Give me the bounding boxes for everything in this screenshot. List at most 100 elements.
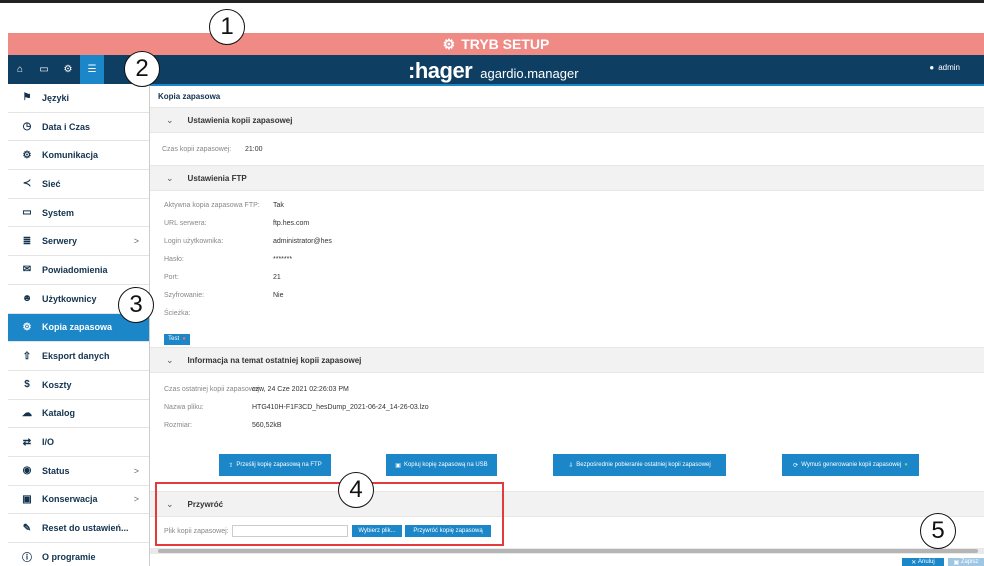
sidebar-item-io[interactable]: ⇄ I/O (8, 428, 149, 457)
gears-icon: ⚙ (442, 35, 456, 52)
upload-ftp-button[interactable]: ⇧ Prześlij kopię zapasową na FTP (219, 454, 331, 476)
close-icon: ✕ (911, 559, 917, 566)
sidebar-item-languages[interactable]: ⚑ Języki (8, 84, 149, 113)
sidebar-item-label: Powiadomienia (42, 264, 108, 275)
gears-icon: ⚙ (22, 321, 32, 333)
sidebar-item-label: Katalog (42, 408, 76, 419)
copy-usb-button[interactable]: ▣ Kopiuj kopię zapasową na USB (386, 454, 497, 476)
field-value: czw, 24 Cze 2021 02:26:03 PM (252, 386, 349, 393)
scrollbar-thumb[interactable] (158, 549, 978, 553)
hager-logo: :hager (408, 58, 473, 83)
field-row: Nazwa pliku: HTG410H-F1F3CD_hesDump_2021-… (150, 399, 984, 417)
chevron-down-icon: ⌄ (166, 114, 174, 125)
monitor-icon[interactable]: ▭ (32, 55, 56, 84)
field-row: Szyfrowanie: Nie (150, 287, 984, 305)
sidebar-item-label: I/O (42, 437, 55, 448)
field-row: Port: 21 (150, 269, 984, 287)
sidebar-item-label: Eksport danych (42, 351, 110, 362)
button-label: Prześlij kopię zapasową na FTP (236, 462, 322, 468)
sidebar-item-data-export[interactable]: ⇧ Eksport danych (8, 342, 149, 371)
sidebar-item-maintenance[interactable]: ▣ Konserwacja > (8, 486, 149, 515)
sidebar-item-notifications[interactable]: ✉ Powiadomienia (8, 256, 149, 285)
sidebar-item-label: System (42, 207, 75, 218)
gears-icon: ⚙ (22, 149, 32, 161)
setup-mode-banner: ⚙ TRYB SETUP (8, 33, 984, 55)
button-label: Bezpośrednie pobieranie ostatniej kopii … (576, 462, 711, 468)
field-row: Ścieżka: (150, 305, 984, 323)
field-value: ******* (273, 256, 293, 263)
sidebar-item-catalog[interactable]: ☁ Katalog (8, 400, 149, 429)
button-label: Kopiuj kopię zapasową na USB (403, 462, 488, 468)
section-title: Informacja na temat ostatniej kopii zapa… (187, 355, 362, 365)
save-icon: ▣ (395, 462, 401, 469)
hdd-icon: ▭ (22, 207, 32, 219)
field-label: Nazwa pliku: (164, 404, 204, 411)
chevron-down-icon: ⌄ (166, 354, 174, 365)
sidebar-item-network[interactable]: ≺ Sieć (8, 170, 149, 199)
share-icon: ≺ (22, 178, 32, 190)
callout-4: 4 (338, 472, 374, 508)
sidebar-item-status[interactable]: ◉ Status > (8, 457, 149, 486)
callout-1: 1 (209, 9, 245, 45)
download-last-backup-button[interactable]: ⇩ Bezpośrednie pobieranie ostatniej kopii… (553, 454, 726, 476)
field-value: Nie (273, 292, 284, 299)
wrench-icon: ✎ (22, 522, 32, 534)
field-row: Rozmiar: 560,52kB (150, 417, 984, 435)
envelope-icon: ✉ (22, 264, 32, 276)
sidebar-item-label: Data i Czas (42, 121, 91, 132)
test-button[interactable]: Test ● (164, 333, 190, 345)
sidebar-item-about[interactable]: ⓘ O programie (8, 543, 149, 566)
sidebar-item-system[interactable]: ▭ System (8, 199, 149, 228)
sidebar-item-date-time[interactable]: ◷ Data i Czas (8, 113, 149, 142)
brand: :hager agardio.manager (408, 58, 579, 84)
cancel-label: Anuluj (918, 559, 935, 565)
chevron-right-icon: > (133, 494, 139, 505)
status-dot-icon: ● (182, 336, 186, 342)
field-value: HTG410H-F1F3CD_hesDump_2021-06-24_14-26-… (252, 404, 429, 411)
chevron-right-icon: > (133, 236, 139, 247)
cancel-button[interactable]: ✕ Anuluj (902, 558, 944, 566)
section-header-last-backup[interactable]: ⌄ Informacja na temat ostatniej kopii za… (150, 347, 984, 373)
test-wrapper: Test ● (164, 327, 190, 345)
sidebar-item-reset[interactable]: ✎ Reset do ustawień... (8, 514, 149, 543)
section-header-backup-settings[interactable]: ⌄ Ustawienia kopii zapasowej (150, 107, 984, 133)
upload-icon: ⇧ (228, 462, 234, 469)
sliders-icon[interactable]: ☰ (80, 55, 104, 84)
sidebar-item-costs[interactable]: $ Koszty (8, 371, 149, 400)
field-row: URL serwera: ftp.hes.com (150, 215, 984, 233)
section-header-ftp-settings[interactable]: ⌄ Ustawienia FTP (150, 165, 984, 191)
sidebar-item-label: Sieć (42, 178, 61, 189)
gears-icon[interactable]: ⚙ (56, 55, 80, 84)
info-icon: ⓘ (22, 553, 32, 565)
field-row: Hasło: ******* (150, 251, 984, 269)
field-label: Aktywna kopia zapasowa FTP: (164, 202, 260, 209)
field-label: Login użytkownika: (164, 238, 224, 245)
app-window: ⚙ TRYB SETUP ⌂ ▭ ⚙ ☰ :hager agardio.mana… (0, 0, 984, 566)
section-body: Aktywna kopia zapasowa FTP: Tak URL serwe… (150, 191, 984, 347)
field-label: Czas ostatniej kopii zapasowej: (164, 386, 262, 393)
sidebar: ⚑ Języki ◷ Data i Czas ⚙ Komunikacja ≺ Sieć … (8, 84, 150, 566)
section-body: Czas kopii zapasowej: 21:00 (150, 133, 984, 165)
clock-icon: ◷ (22, 121, 32, 133)
top-space (0, 3, 984, 33)
field-value: 21 (273, 274, 281, 281)
sidebar-item-servers[interactable]: ≣ Serwery > (8, 227, 149, 257)
save-button[interactable]: ▣ Zapisz (948, 558, 984, 566)
horizontal-scrollbar[interactable] (150, 548, 984, 554)
chevron-down-icon: ⌄ (166, 172, 174, 183)
user-menu[interactable]: ● admin (929, 63, 960, 72)
force-backup-button[interactable]: ⟳ Wymuś generowanie kopii zapasowej ● (782, 454, 919, 476)
download-icon: ⇩ (568, 462, 574, 469)
field-value: administrator@hes (273, 238, 332, 245)
field-row: Czas kopii zapasowej: 21:00 (150, 141, 984, 159)
home-icon[interactable]: ⌂ (8, 55, 32, 84)
sidebar-item-label: Użytkownicy (42, 293, 97, 304)
field-value: 560,52kB (252, 422, 282, 429)
field-value: ftp.hes.com (273, 220, 310, 227)
field-value: 21:00 (245, 146, 263, 153)
test-label: Test (168, 336, 180, 342)
upload-icon: ⇧ (22, 350, 32, 362)
field-row: Czas ostatniej kopii zapasowej: czw, 24 C… (150, 381, 984, 399)
sidebar-item-communication[interactable]: ⚙ Komunikacja (8, 141, 149, 171)
section-body: Czas ostatniej kopii zapasowej: czw, 24 C… (150, 373, 984, 441)
